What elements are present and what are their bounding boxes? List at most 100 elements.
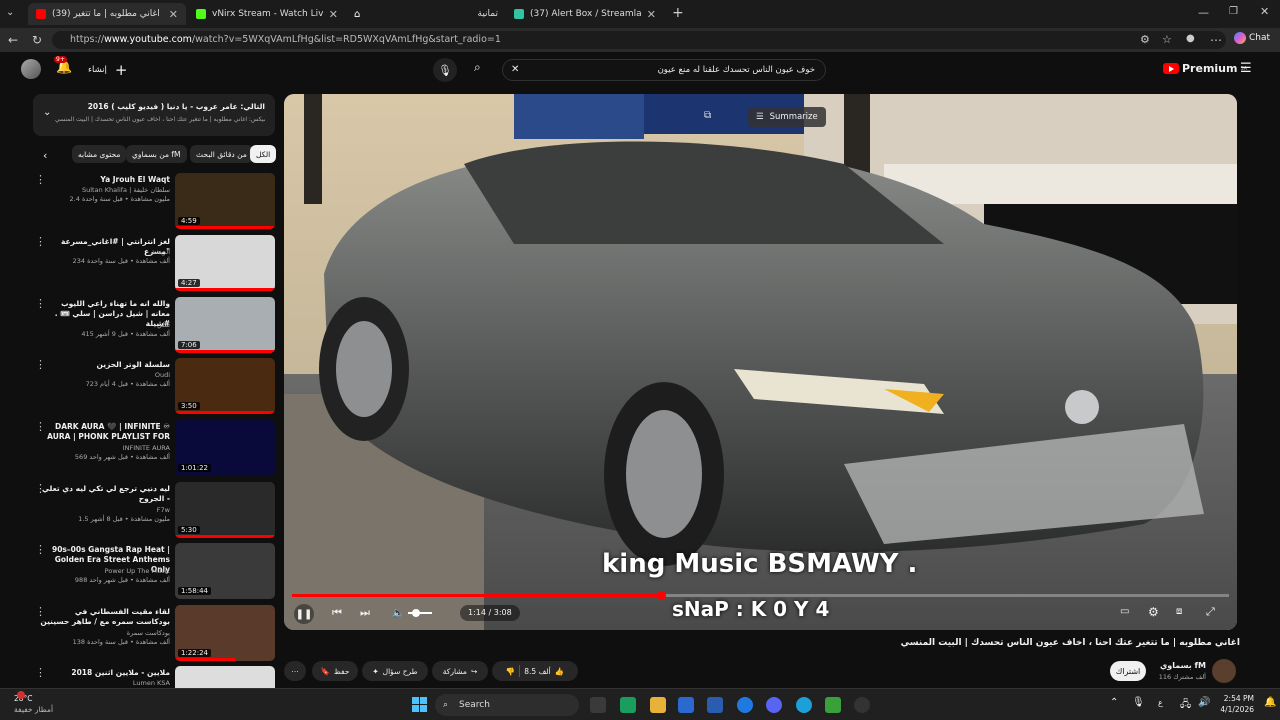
app-icon[interactable] (707, 697, 723, 713)
video-title[interactable]: لقاء مقيت الفسطاني في بودكاست سمره مع / … (40, 607, 170, 627)
channel-name[interactable]: Oudi (40, 371, 170, 379)
share-button[interactable]: مشاركة ↪ (432, 661, 488, 681)
clear-search-icon[interactable]: ✕ (511, 60, 519, 80)
search-input[interactable]: ✕ خوف عيون الناس تحسدك علقنا له منع عيون (502, 59, 826, 81)
video-title[interactable]: ليه دنيي ترجع لي تكي ليه دي تعلي الجروح … (40, 484, 170, 504)
dislike-icon[interactable]: 👎 (506, 667, 515, 676)
app-icon[interactable] (825, 697, 841, 713)
video-thumbnail[interactable]: 4:59 (175, 173, 275, 229)
new-tab-icon[interactable]: + (672, 5, 684, 21)
discord-icon[interactable] (766, 697, 782, 713)
tab-streamlabs[interactable]: (37) Alert Box / Streamlabs ✕ (506, 3, 664, 25)
search-button[interactable]: ⌕ (474, 60, 481, 75)
chip-search[interactable]: من دقائق البحث (190, 145, 253, 163)
input-language[interactable]: ع (1158, 698, 1163, 707)
video-thumbnail[interactable]: 7:06 (175, 297, 275, 353)
windows-start-icon[interactable] (412, 697, 427, 712)
video-thumbnail[interactable]: 1:58:44 (175, 543, 275, 599)
ask-button[interactable]: ✦ طرح سؤال (362, 661, 428, 681)
tray-overflow-icon[interactable]: ⌃ (1110, 697, 1118, 708)
tab-kick[interactable]: vNirx Stream - Watch Live on Kick ✕ (188, 3, 346, 25)
taskbar-search[interactable]: ⌕ Search (435, 694, 579, 716)
miniplayer-icon[interactable]: ⧈ (1176, 606, 1182, 617)
profile-icon[interactable]: ● (1186, 33, 1195, 44)
file-explorer-icon[interactable] (650, 697, 666, 713)
more-icon[interactable]: ⋯ (1210, 33, 1222, 47)
channel-name[interactable]: Power Up The Music (40, 567, 170, 575)
video-thumbnail[interactable]: 5:30 (175, 482, 275, 538)
progress-track[interactable] (292, 591, 1229, 600)
settings-icon[interactable]: ⚙ (1148, 605, 1159, 619)
channel-name[interactable]: بودكاست سمرة (40, 629, 170, 637)
channel-avatar[interactable] (1212, 659, 1236, 683)
next-icon[interactable]: ⏭ (360, 606, 370, 620)
extensions-icon[interactable]: ⚙ (1140, 33, 1150, 46)
list-item[interactable]: ⋮ 3:50 سلسلة الوتر الحزين Oudi 723 ألف مشاهد… (33, 358, 275, 418)
channel-name[interactable]: Sultan Khalifa | سلطان خليفة (40, 186, 170, 194)
video-thumbnail[interactable]: 1:01:22 (175, 420, 275, 476)
chip-channel[interactable]: من بسماوي fM (126, 145, 187, 163)
volume-icon[interactable]: 🔊 (1198, 697, 1210, 708)
network-icon[interactable]: 🖧 (1180, 697, 1191, 714)
previous-icon[interactable]: ⏮ (332, 606, 342, 620)
fullscreen-icon[interactable]: ⤢ (1206, 605, 1215, 619)
video-title[interactable]: DARK AURA 🖤 | INFINITE ♾ AURA | PHONK PL… (40, 422, 170, 442)
voice-search-button[interactable]: 🎙 (433, 58, 457, 82)
youtube-premium-logo[interactable]: Premium SA (1163, 62, 1247, 75)
list-item[interactable]: ⋮ 1:22:24 لقاء مقيت الفسطاني في بودكاست سم… (33, 605, 275, 665)
more-actions-button[interactable]: ⋯ (284, 661, 306, 681)
task-view-icon[interactable] (590, 697, 606, 713)
url-bar[interactable]: https://www.youtube.com/watch?v=5WXqVAmL… (52, 31, 1226, 49)
app-icon[interactable] (737, 697, 753, 713)
save-button[interactable]: 🔖 حفظ (312, 661, 358, 681)
video-player[interactable]: ☰ Summarize ⧉ king Music BSMAWY . sNaP :… (284, 94, 1237, 630)
create-button[interactable]: إنشاء + (88, 61, 127, 79)
volume-slider[interactable] (408, 609, 433, 617)
maximize-icon[interactable]: ❐ (1229, 6, 1238, 17)
tab-actions-icon[interactable]: ⌄ (6, 7, 14, 18)
video-thumbnail[interactable]: 4:27 (175, 235, 275, 291)
video-thumbnail[interactable]: 1:22:24 (175, 605, 275, 661)
channel-name[interactable]: INFINITE AURA (40, 444, 170, 452)
favorites-icon[interactable]: ☆ (1162, 33, 1172, 46)
notification-center-icon[interactable]: 🔔 (1264, 697, 1276, 708)
list-item[interactable]: ⋮ 1:01:22 DARK AURA 🖤 | INFINITE ♾ AURA | … (33, 420, 275, 480)
video-title[interactable]: سلسلة الوتر الحزين (40, 360, 171, 370)
channel-name[interactable]: Lumen KSA (40, 679, 170, 687)
subtitles-icon[interactable]: ▭ (1120, 606, 1129, 617)
obs-icon[interactable] (854, 697, 870, 713)
video-title[interactable]: ملايين - ملايين اثنين 2018 (40, 668, 170, 678)
chips-prev-icon[interactable]: ‹ (43, 149, 47, 162)
summarize-button[interactable]: ☰ Summarize (748, 107, 826, 127)
cast-icon[interactable]: ⧉ (704, 110, 711, 121)
volume-control[interactable]: 🔈 (392, 606, 440, 620)
list-item[interactable]: ⋮ 5:30 ليه دنيي ترجع لي تكي ليه دي تعلي ال… (33, 482, 275, 542)
like-dislike-group[interactable]: 👎 8.5 ألف 👍 (492, 661, 578, 681)
list-item[interactable]: ⋮ 4:59 Ya Jrouh El Waqt Sultan Khalifa | سل… (33, 173, 275, 233)
copilot-chat-button[interactable]: Chat (1234, 32, 1270, 44)
back-icon[interactable]: ← (8, 33, 18, 47)
mix-queue-panel[interactable]: ⌄ التالي: عامر عروب - يا دنيا ( فيديو كل… (33, 94, 275, 136)
refresh-icon[interactable]: ↻ (32, 33, 42, 47)
tab-home[interactable]: ⌂ (346, 3, 370, 25)
like-icon[interactable]: 👍 (555, 667, 564, 676)
chevron-down-icon[interactable]: ⌄ (43, 107, 51, 118)
list-item[interactable]: ⋮ 4:27 لغز انترانتي | #اغاني_مسرعة "مسرع ال… (33, 235, 275, 295)
notifications-button[interactable]: 🔔 9+ (54, 56, 72, 75)
list-item[interactable]: ⋮ 7:06 والله انه ما تهناء راعي الليوب معان… (33, 297, 275, 357)
tab-tamanya[interactable]: تمانية (370, 3, 506, 25)
channel-name[interactable]: F7w (40, 506, 170, 514)
tray-icon[interactable]: 🎙 (1132, 697, 1145, 708)
store-icon[interactable] (678, 697, 694, 713)
chip-all[interactable]: الكل (250, 145, 277, 163)
clock[interactable]: 2:54 PM 4/1/2026 (1218, 693, 1254, 715)
edge-icon[interactable] (796, 697, 812, 713)
subscribe-button[interactable]: اشتراك (1110, 661, 1146, 681)
channel-name[interactable]: سلي (40, 321, 170, 329)
video-title[interactable]: Ya Jrouh El Waqt (40, 175, 170, 185)
menu-icon[interactable]: ☰ (1240, 61, 1252, 76)
channel-name[interactable]: بسماوي fM (1140, 661, 1206, 670)
minimize-icon[interactable]: — (1198, 6, 1209, 19)
close-icon[interactable]: ✕ (169, 8, 178, 21)
chip-similar[interactable]: محتوى مشابه (72, 145, 127, 163)
